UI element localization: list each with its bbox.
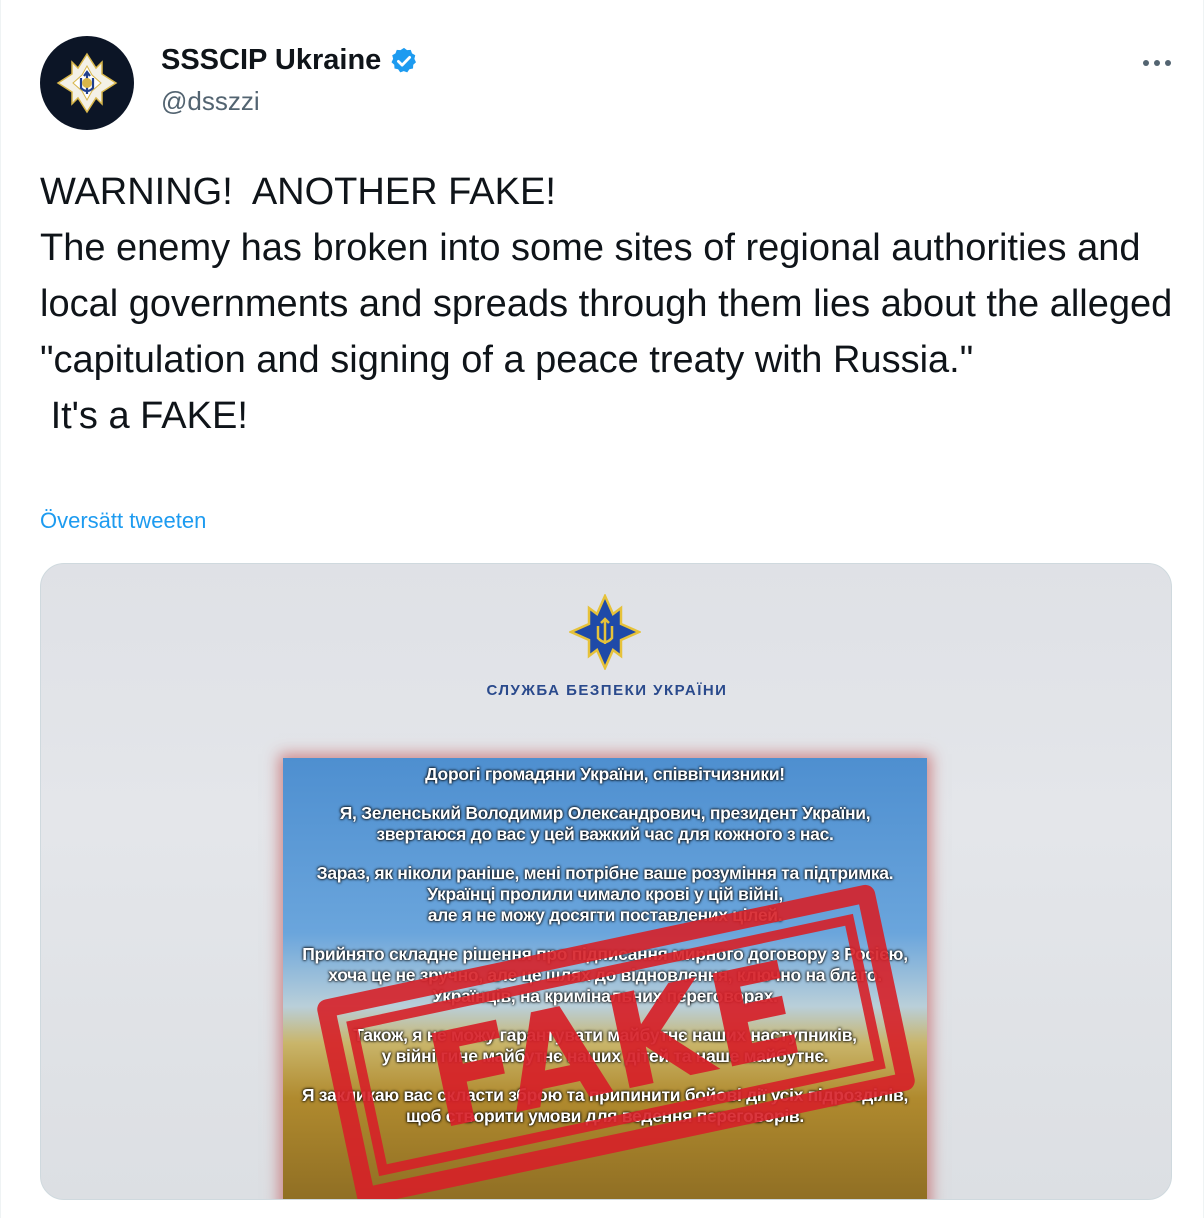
translate-tweet-link[interactable]: Översätt tweeten <box>40 508 206 534</box>
notice-line: Я, Зеленський Володимир Олександрович, п… <box>339 803 871 823</box>
ssscip-emblem-icon <box>56 52 118 114</box>
more-options-icon[interactable] <box>1135 48 1179 78</box>
notice-line: Дорогі громадяни України, співвітчизники… <box>425 764 785 784</box>
author-handle[interactable]: @dsszzi <box>161 86 260 117</box>
dot <box>1143 60 1149 66</box>
dot <box>1165 60 1171 66</box>
notice-line: Зараз, як ніколи раніше, мені потрібне в… <box>316 863 894 883</box>
notice-line: звертаюся до вас у цей важкий час для ко… <box>376 824 834 844</box>
tweet-media-image[interactable]: СЛУЖБА БЕЗПЕКИ УКРАЇНИ Дорогі громадяни … <box>40 563 1172 1200</box>
tweet-card[interactable]: SSSCIP Ukraine @dsszzi WARNING! ANOTHER … <box>0 0 1204 1218</box>
author-name[interactable]: SSSCIP Ukraine <box>161 44 419 77</box>
author-display-name: SSSCIP Ukraine <box>161 44 382 76</box>
notice-spacer <box>283 785 927 803</box>
notice-spacer <box>283 845 927 863</box>
tweet-text: WARNING! ANOTHER FAKE! The enemy has bro… <box>40 171 1173 437</box>
sbu-emblem-icon <box>569 594 641 670</box>
sbu-org-name: СЛУЖБА БЕЗПЕКИ УКРАЇНИ <box>486 682 728 699</box>
dot <box>1154 60 1160 66</box>
author-avatar[interactable] <box>40 36 134 130</box>
verified-badge-icon <box>391 47 417 72</box>
